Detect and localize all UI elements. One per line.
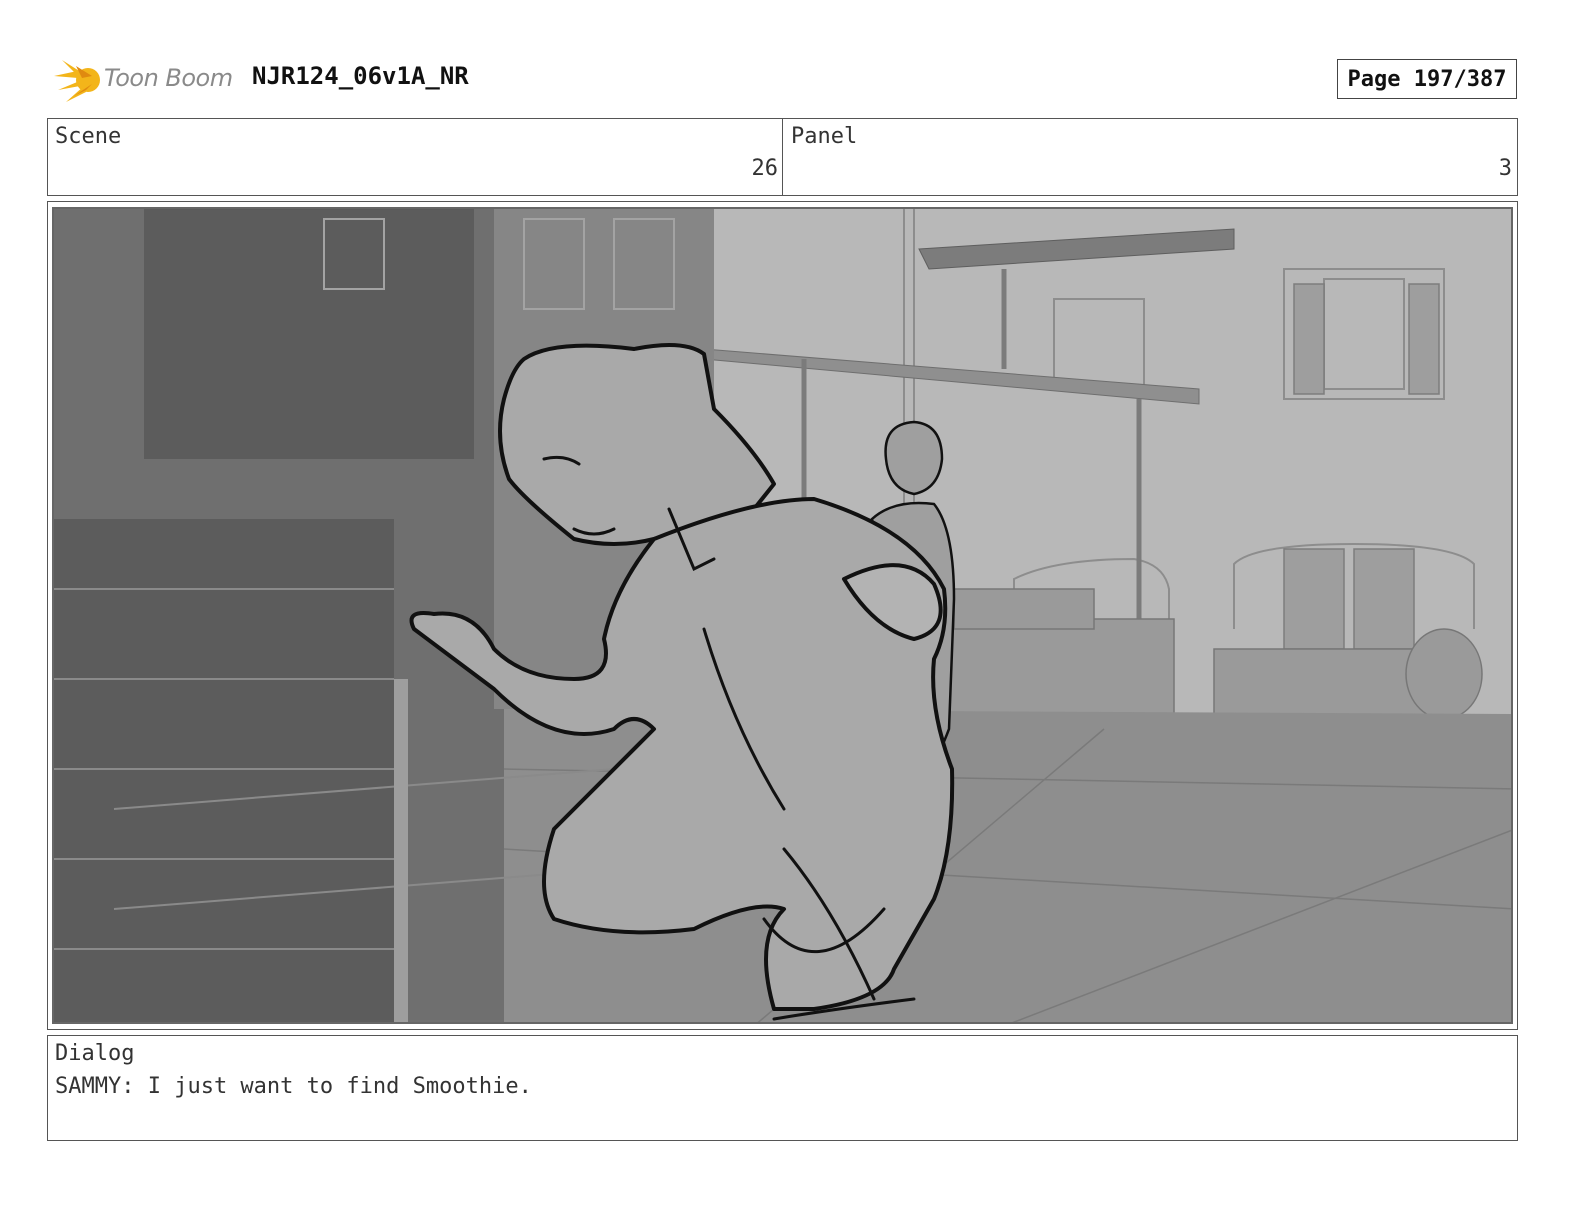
scene-label: Scene [55, 124, 122, 149]
brand-name: Toon Boom [104, 64, 233, 92]
dialog-text: SAMMY: I just want to find Smoothie. [55, 1074, 532, 1099]
scene-number: 26 [751, 156, 779, 181]
info-divider [782, 118, 783, 196]
panel-label: Panel [791, 124, 858, 149]
document-title: NJR124_06v1A_NR [252, 62, 469, 90]
page-indicator: Page 197/387 [1337, 59, 1517, 99]
panel-number: 3 [1498, 156, 1512, 181]
storyboard-sketch-illustration [54, 209, 1511, 1022]
dialog-label: Dialog [55, 1041, 135, 1066]
storyboard-frame [52, 207, 1513, 1024]
